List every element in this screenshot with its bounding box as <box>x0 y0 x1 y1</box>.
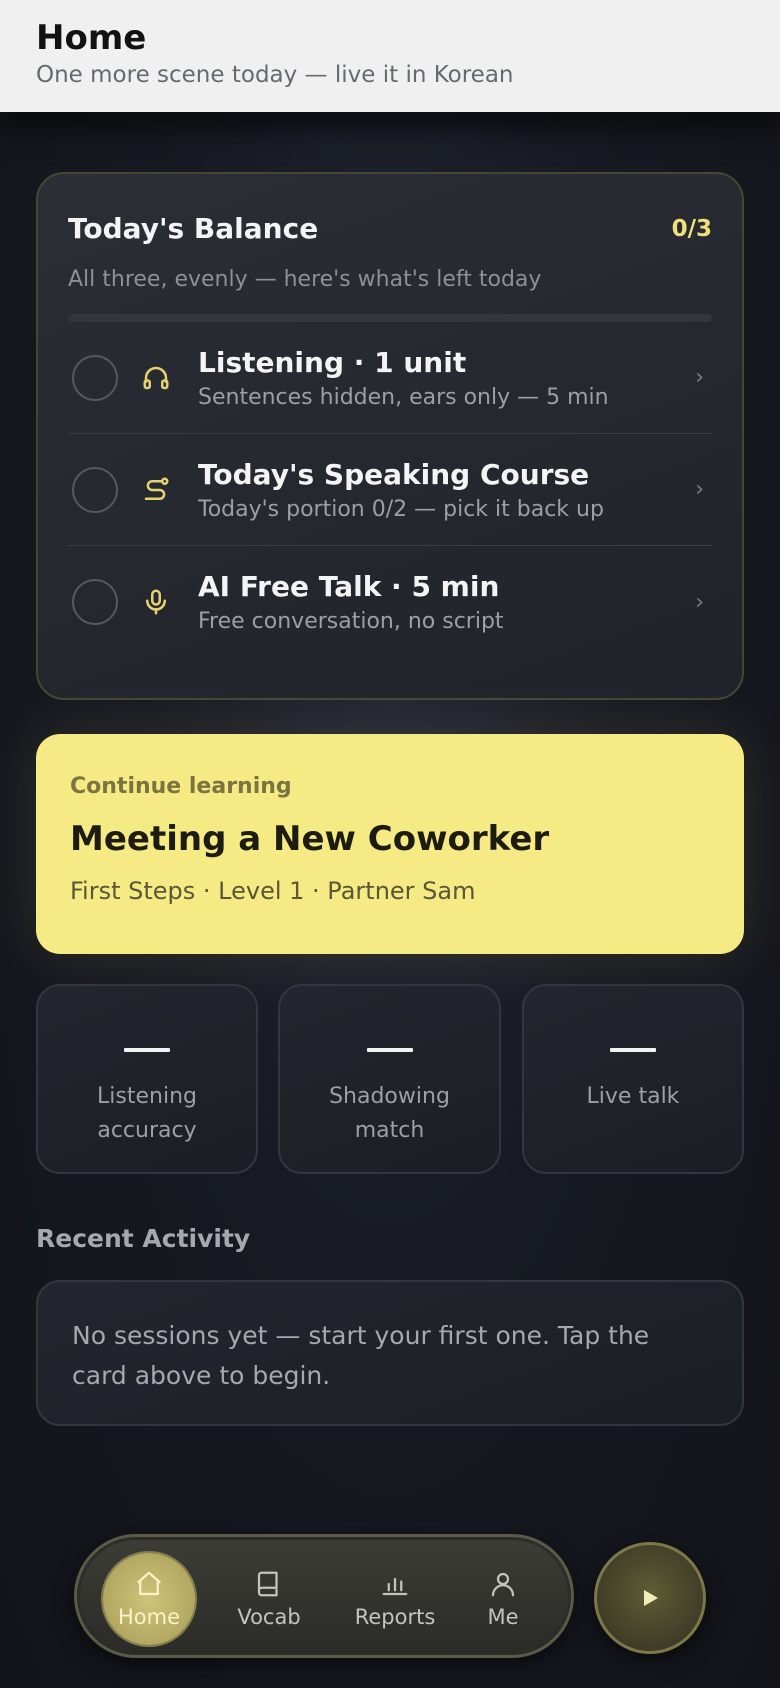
stat-label: Live talk <box>586 1084 680 1109</box>
continue-learning-card[interactable]: Continue learning Meeting a New Coworker… <box>36 734 744 954</box>
chevron-right-icon: › <box>695 589 704 615</box>
task-listening[interactable]: Listening · 1 unit Sentences hidden, ear… <box>68 322 712 434</box>
app-header: Home One more scene today — live it in K… <box>0 0 780 112</box>
nav-label: Vocab <box>237 1605 301 1629</box>
recent-activity-empty: No sessions yet — start your first one. … <box>36 1280 744 1426</box>
lesson-title: Meeting a New Coworker <box>70 819 550 859</box>
page-subtitle: One more scene today — live it in Korean <box>36 62 514 88</box>
nav-me[interactable]: Me <box>461 1553 545 1645</box>
nav-label: Reports <box>354 1605 436 1629</box>
nav-vocab[interactable]: Vocab <box>223 1553 315 1645</box>
bottom-nav: Home Vocab Reports Me <box>74 1534 574 1658</box>
nav-label: Me <box>487 1605 519 1629</box>
stat-empty-dash <box>366 1048 413 1052</box>
book-icon <box>257 1571 278 1597</box>
stat-label: Listening accuracy <box>97 1084 197 1143</box>
home-icon <box>137 1571 161 1596</box>
stat-live-talk: Live talk <box>522 984 744 1174</box>
balance-title: Today's Balance <box>68 212 319 245</box>
recent-activity-title: Recent Activity <box>36 1224 251 1253</box>
play-icon <box>644 1590 658 1606</box>
task-checkbox[interactable] <box>72 579 118 625</box>
balance-subtitle: All three, evenly — here's what's left t… <box>68 267 542 292</box>
play-button[interactable] <box>594 1542 706 1654</box>
task-checkbox[interactable] <box>72 354 118 401</box>
task-checkbox[interactable] <box>72 466 118 513</box>
task-title: Listening · 1 unit <box>198 345 467 379</box>
task-subtitle: Sentences hidden, ears only — 5 min <box>198 384 609 410</box>
stat-listening-accuracy: Listening accuracy <box>36 984 258 1174</box>
balance-progress-bar <box>68 314 712 322</box>
chevron-right-icon: › <box>695 365 704 390</box>
task-title: AI Free Talk · 5 min <box>198 570 500 603</box>
task-speaking-course[interactable]: Today's Speaking Course Today's portion … <box>68 434 712 546</box>
nav-reports[interactable]: Reports <box>339 1553 451 1645</box>
page-title: Home <box>36 18 147 58</box>
stat-label: Shadowing match <box>329 1084 450 1143</box>
stat-empty-dash <box>124 1048 170 1052</box>
task-title: Today's Speaking Course <box>198 457 590 491</box>
lesson-meta: First Steps · Level 1 · Partner Sam <box>70 877 476 905</box>
person-icon <box>491 1572 515 1597</box>
continue-label: Continue learning <box>70 774 292 799</box>
bar-chart-icon <box>382 1577 408 1596</box>
task-subtitle: Today's portion 0/2 — pick it back up <box>198 496 604 522</box>
route-icon <box>140 474 172 506</box>
task-ai-free-talk[interactable]: AI Free Talk · 5 min Free conversation, … <box>68 546 712 658</box>
task-subtitle: Free conversation, no script <box>198 609 504 634</box>
nav-home[interactable]: Home <box>103 1553 195 1645</box>
nav-label: Home <box>117 1605 180 1629</box>
headphones-icon <box>140 362 172 394</box>
microphone-icon <box>140 586 172 618</box>
stat-empty-dash <box>610 1048 656 1052</box>
balance-count: 0/3 <box>671 215 712 242</box>
chevron-right-icon: › <box>695 477 704 502</box>
stat-shadowing-match: Shadowing match <box>278 984 501 1174</box>
todays-balance-card: Today's Balance 0/3 All three, evenly — … <box>36 172 744 700</box>
